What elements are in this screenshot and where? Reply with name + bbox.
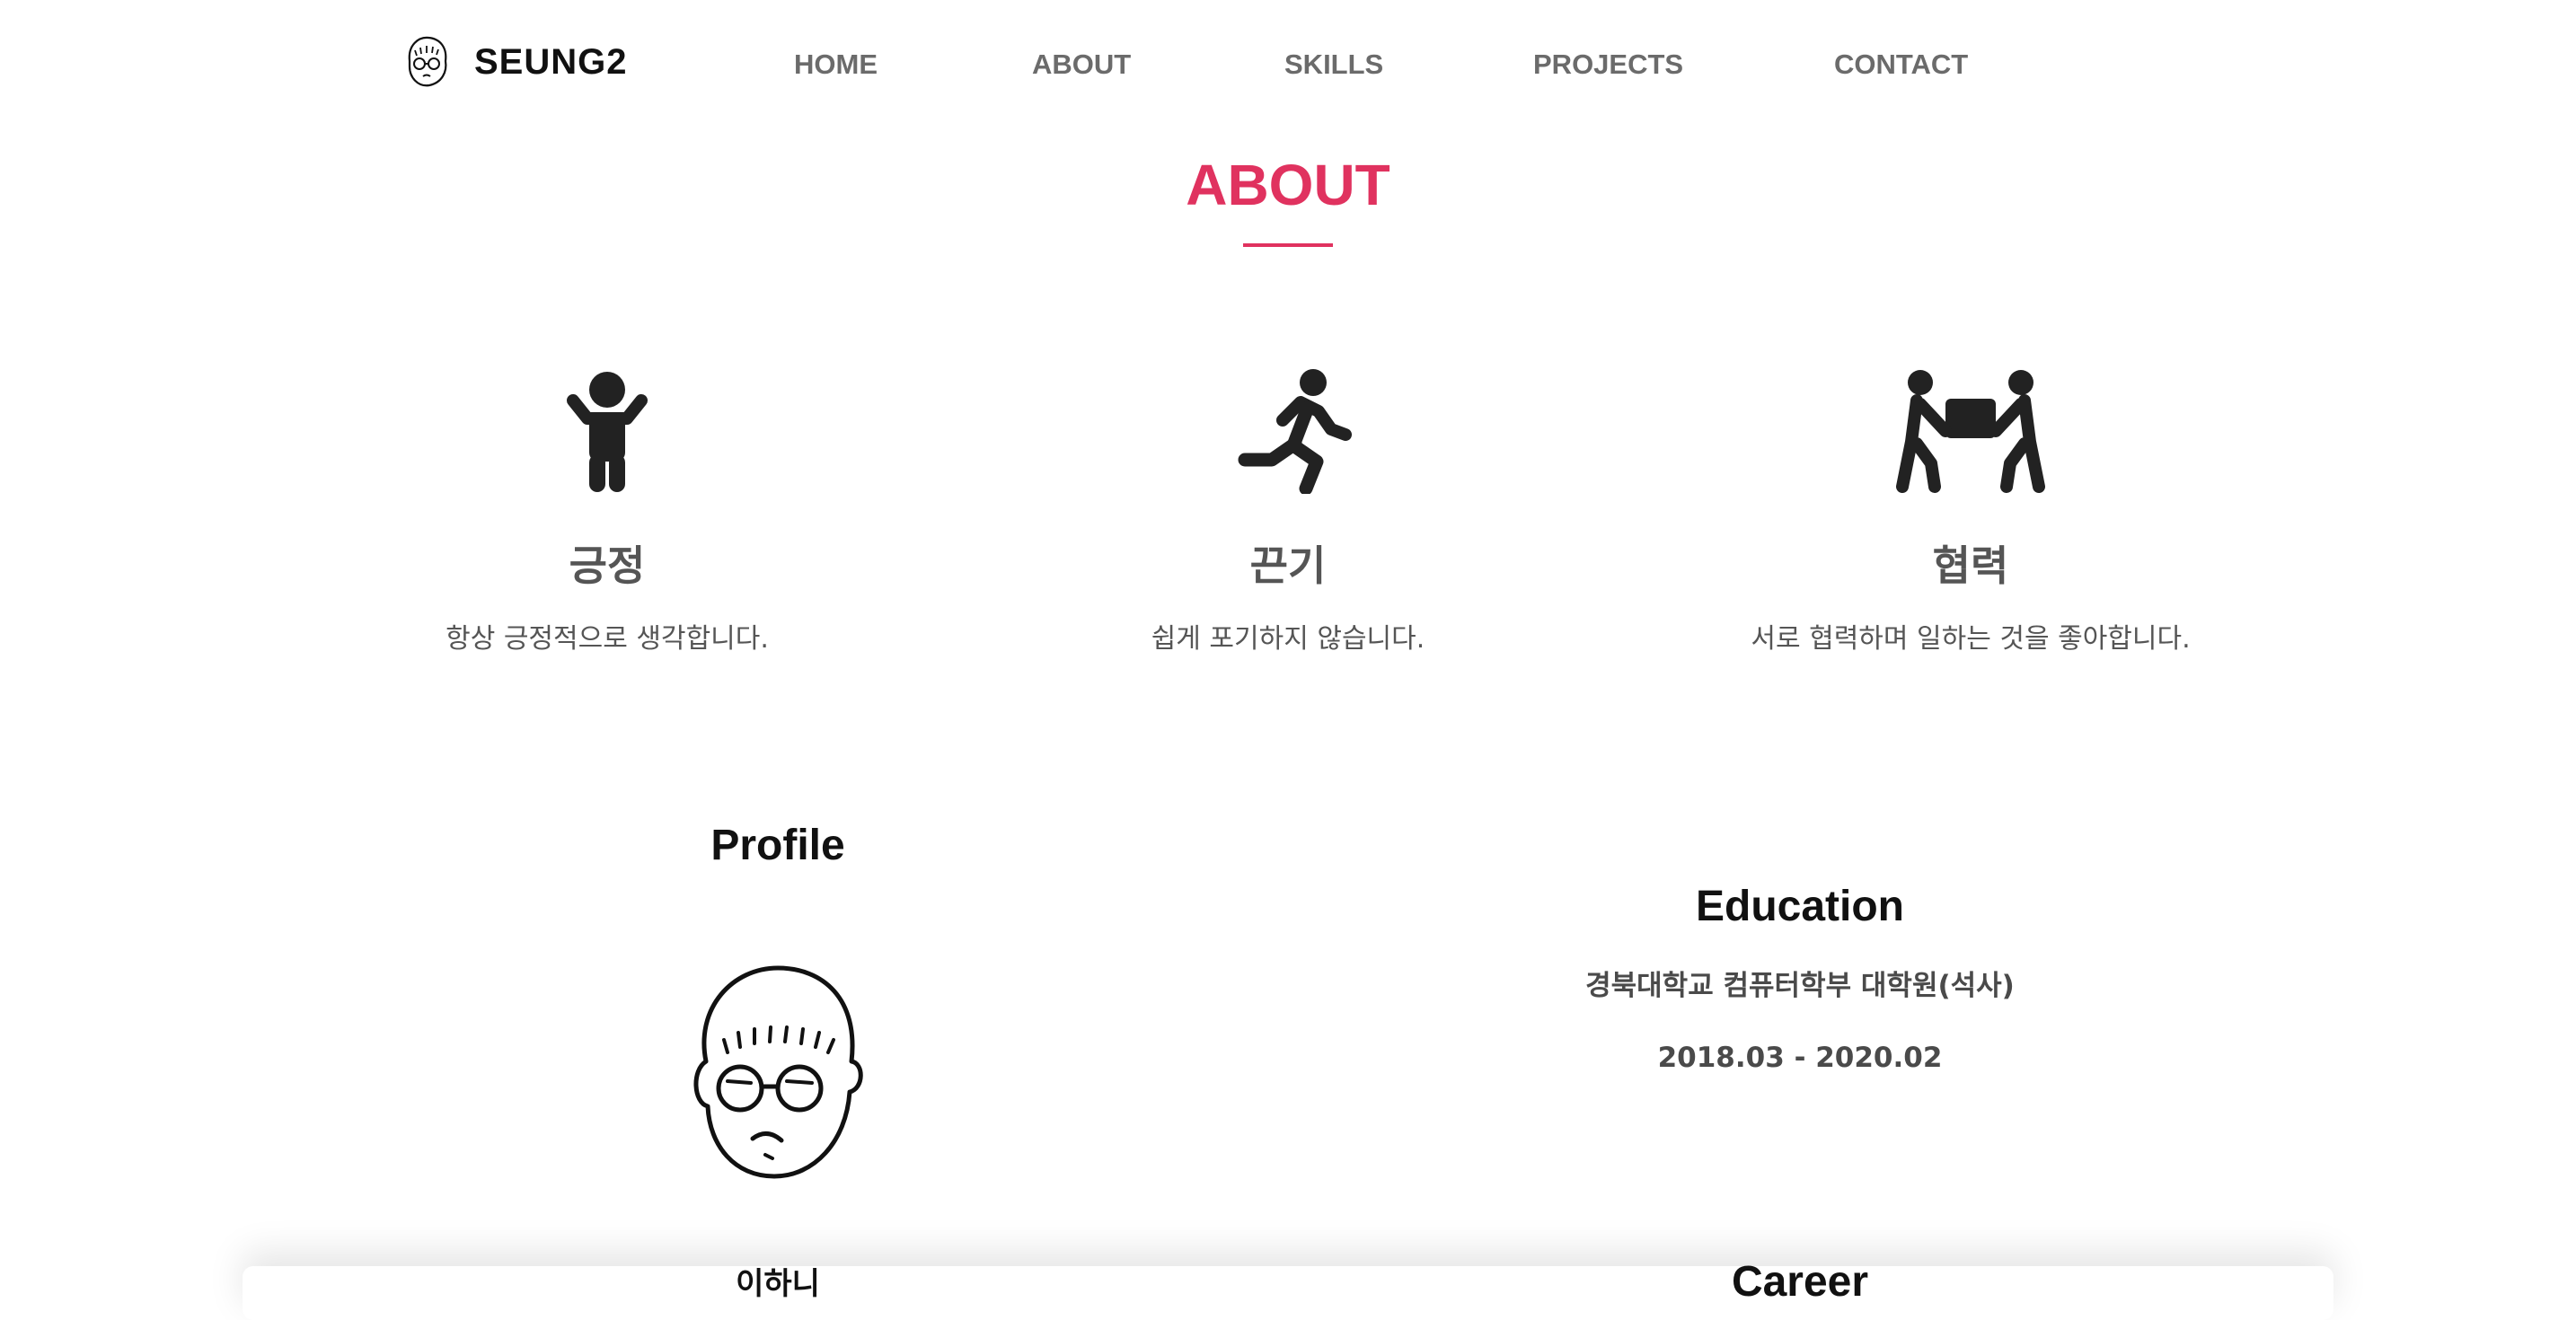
value-card-positive: 긍정 항상 긍정적으로 생각합니다. xyxy=(338,368,877,655)
value-card-cooperation: 협력 서로 협력하며 일하는 것을 좋아합니다. xyxy=(1701,368,2240,655)
nav-link-about[interactable]: ABOUT xyxy=(1032,47,1131,83)
title-underline xyxy=(1243,243,1333,247)
value-card-perseverance: 끈기 쉽게 포기하지 않습니다. xyxy=(1019,368,1557,655)
top-navbar: SEUNG2 HOME ABOUT SKILLS PROJECTS CONTAC… xyxy=(0,0,2576,126)
people-carry-box-icon xyxy=(1896,370,2045,493)
value-description: 항상 긍정적으로 생각합니다. xyxy=(446,623,769,655)
child-arms-up-icon xyxy=(567,372,648,492)
nav-link-contact[interactable]: CONTACT xyxy=(1834,47,1968,83)
value-title: 끈기 xyxy=(1249,541,1327,590)
profile-title: Profile xyxy=(710,822,845,869)
value-title: 긍정 xyxy=(569,541,646,590)
face-with-glasses-icon xyxy=(408,36,447,87)
person-running-icon xyxy=(1238,369,1352,494)
nav-link-projects[interactable]: PROJECTS xyxy=(1533,47,1683,83)
value-description: 서로 협력하며 일하는 것을 좋아합니다. xyxy=(1751,623,2191,655)
about-section-title: ABOUT xyxy=(1186,153,1390,217)
nav-link-skills[interactable]: SKILLS xyxy=(1284,47,1383,83)
value-description: 쉽게 포기하지 않습니다. xyxy=(1151,623,1425,655)
career-title: Career xyxy=(1731,1258,1869,1306)
brand-name: SEUNG2 xyxy=(474,41,628,82)
education-school: 경북대학교 컴퓨터학부 대학원(석사) xyxy=(1585,970,2015,1002)
bottom-panel-shadow xyxy=(243,1266,2333,1320)
education-title: Education xyxy=(1695,883,1904,930)
value-title: 협력 xyxy=(1932,541,2009,590)
brand-logo[interactable]: SEUNG2 xyxy=(402,32,628,92)
face-with-glasses-icon xyxy=(693,965,863,1179)
profile-name: 이하니 xyxy=(736,1267,820,1301)
nav-link-home[interactable]: HOME xyxy=(794,47,878,83)
education-period: 2018.03 - 2020.02 xyxy=(1657,1042,1943,1074)
